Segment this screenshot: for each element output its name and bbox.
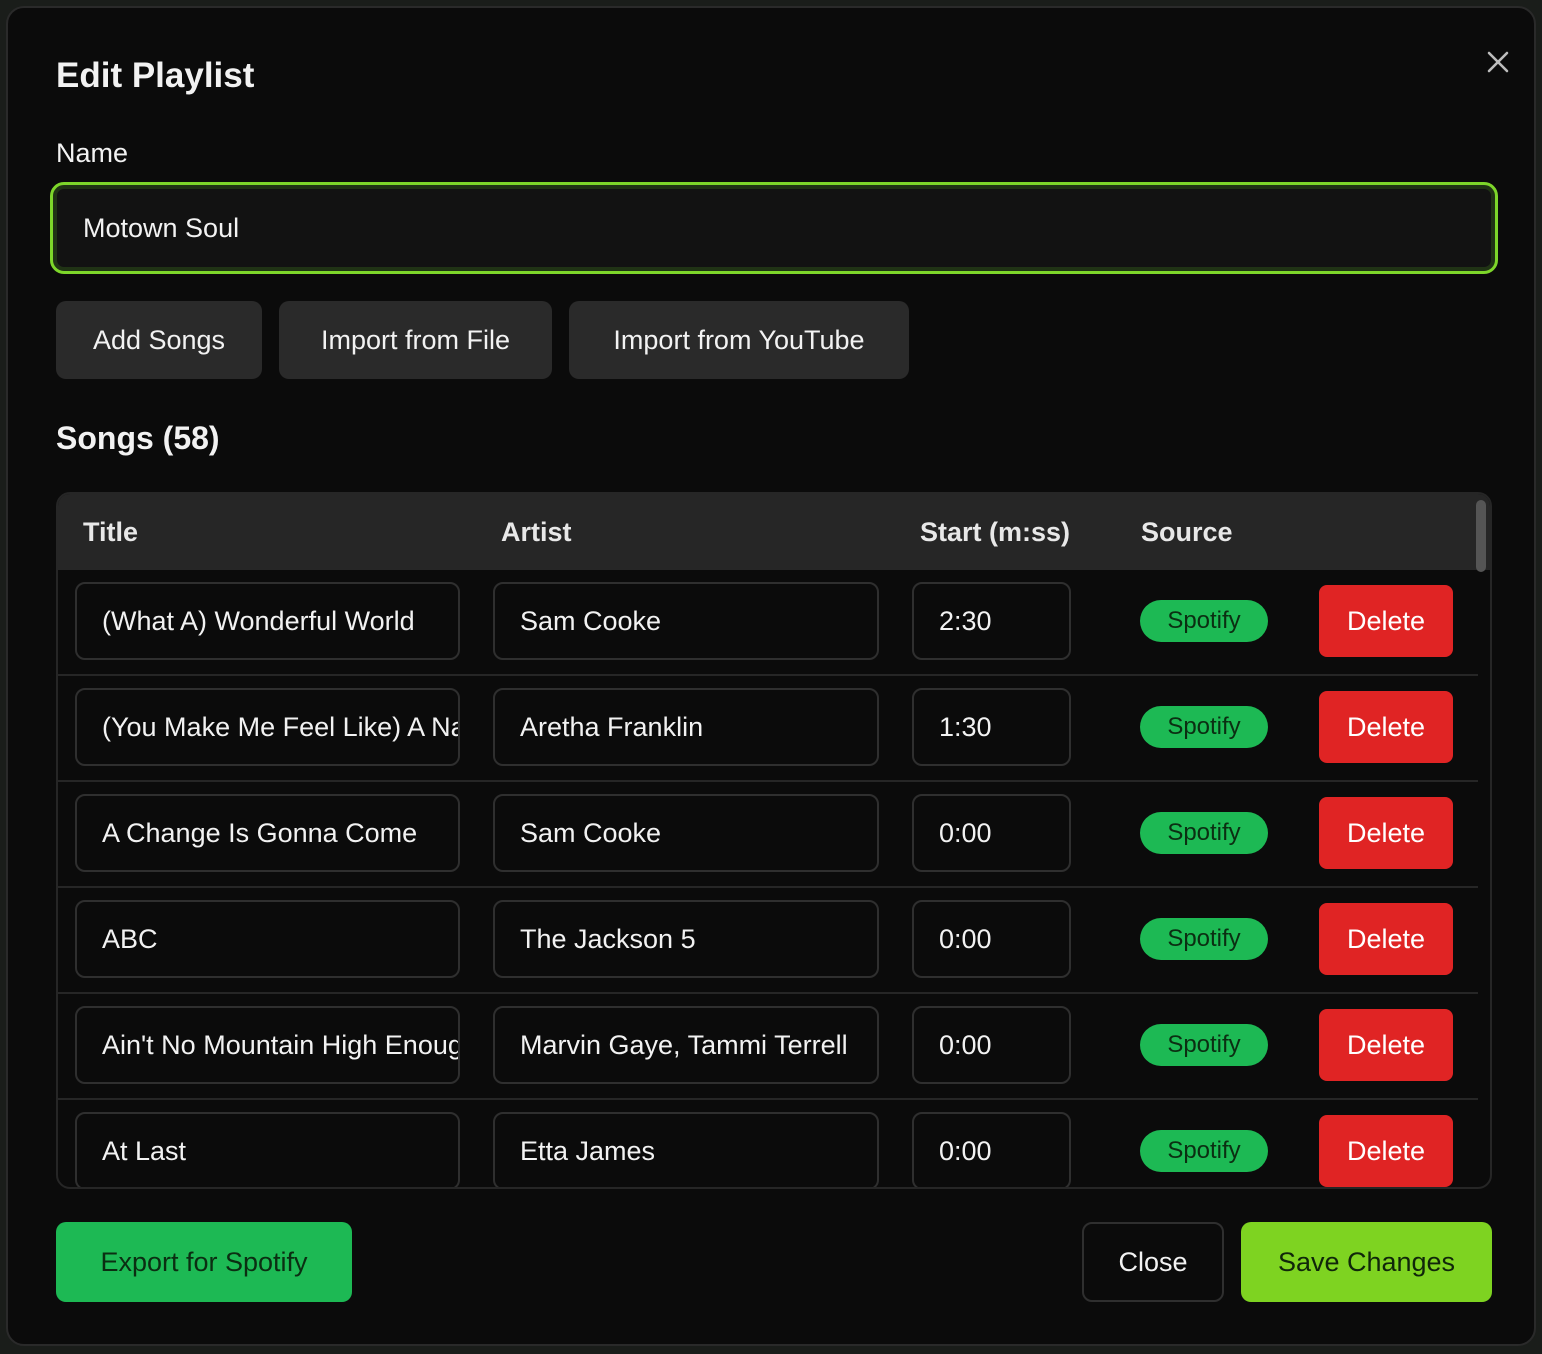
delete-button[interactable]: Delete: [1319, 1115, 1453, 1187]
playlist-name-input[interactable]: [50, 182, 1498, 274]
source-badge: Spotify: [1140, 600, 1268, 642]
delete-button[interactable]: Delete: [1319, 691, 1453, 763]
table-row: Spotify Delete: [58, 994, 1478, 1100]
import-from-youtube-button[interactable]: Import from YouTube: [569, 301, 909, 379]
table-row: Spotify Delete: [58, 570, 1478, 676]
edit-playlist-dialog: Edit Playlist Name Add Songs Import from…: [6, 6, 1536, 1346]
artist-input[interactable]: [493, 688, 879, 766]
source-badge: Spotify: [1140, 812, 1268, 854]
export-for-spotify-button[interactable]: Export for Spotify: [56, 1222, 352, 1302]
artist-input[interactable]: [493, 582, 879, 660]
table-row: Spotify Delete: [58, 1100, 1478, 1187]
start-time-input[interactable]: [912, 1006, 1071, 1084]
import-from-file-button[interactable]: Import from File: [279, 301, 552, 379]
save-changes-button[interactable]: Save Changes: [1241, 1222, 1492, 1302]
table-row: Spotify Delete: [58, 676, 1478, 782]
delete-button[interactable]: Delete: [1319, 585, 1453, 657]
close-button[interactable]: Close: [1082, 1222, 1224, 1302]
start-time-input[interactable]: [912, 794, 1071, 872]
start-time-input[interactable]: [912, 900, 1071, 978]
songs-table: Title Artist Start (m:ss) Source Spotify…: [56, 492, 1492, 1189]
title-input[interactable]: [75, 794, 460, 872]
table-header: Title Artist Start (m:ss) Source: [58, 494, 1490, 570]
artist-input[interactable]: [493, 900, 879, 978]
delete-button[interactable]: Delete: [1319, 1009, 1453, 1081]
start-time-input[interactable]: [912, 688, 1071, 766]
dialog-title: Edit Playlist: [56, 56, 255, 95]
source-badge: Spotify: [1140, 706, 1268, 748]
songs-heading: Songs (58): [56, 420, 220, 456]
column-header-artist: Artist: [501, 517, 572, 547]
table-row: Spotify Delete: [58, 888, 1478, 994]
delete-button[interactable]: Delete: [1319, 797, 1453, 869]
column-header-source: Source: [1141, 517, 1233, 547]
artist-input[interactable]: [493, 1112, 879, 1187]
table-row: Spotify Delete: [58, 782, 1478, 888]
start-time-input[interactable]: [912, 1112, 1071, 1187]
table-scrollbar[interactable]: [1476, 500, 1486, 572]
artist-input[interactable]: [493, 794, 879, 872]
title-input[interactable]: [75, 1006, 460, 1084]
start-time-input[interactable]: [912, 582, 1071, 660]
artist-input[interactable]: [493, 1006, 879, 1084]
title-input[interactable]: [75, 900, 460, 978]
close-icon[interactable]: [1482, 46, 1514, 78]
name-label: Name: [56, 138, 129, 168]
title-input[interactable]: [75, 688, 460, 766]
column-header-title: Title: [83, 517, 139, 547]
delete-button[interactable]: Delete: [1319, 903, 1453, 975]
title-input[interactable]: [75, 582, 460, 660]
add-songs-button[interactable]: Add Songs: [56, 301, 262, 379]
title-input[interactable]: [75, 1112, 460, 1187]
column-header-start: Start (m:ss): [920, 517, 1071, 547]
source-badge: Spotify: [1140, 1024, 1268, 1066]
source-badge: Spotify: [1140, 918, 1268, 960]
source-badge: Spotify: [1140, 1130, 1268, 1172]
